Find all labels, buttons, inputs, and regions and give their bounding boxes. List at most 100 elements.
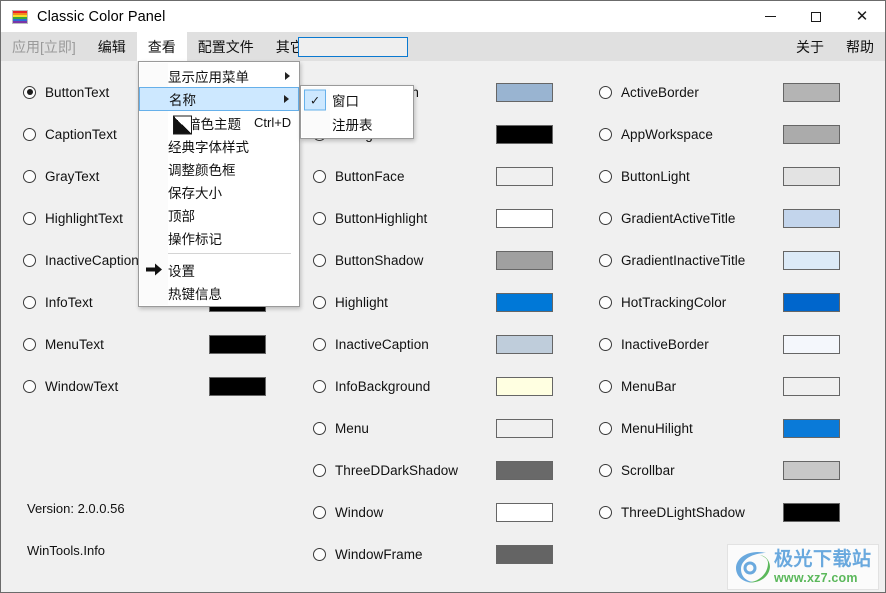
swatch-ThreeDDarkShadow[interactable] — [496, 461, 553, 480]
swatch-MenuText[interactable] — [209, 335, 266, 354]
radio-ThreeDDarkShadow[interactable] — [313, 464, 326, 477]
row-ThreeDDarkShadow[interactable]: ThreeDDarkShadow — [301, 458, 587, 482]
radio-InactiveCaptionText[interactable] — [23, 254, 36, 267]
radio-HotTrackingColor[interactable] — [599, 296, 612, 309]
radio-ButtonLight[interactable] — [599, 170, 612, 183]
row-Highlight[interactable]: Highlight — [301, 290, 587, 314]
close-icon[interactable]: ✕ — [839, 1, 885, 32]
swatch-ActiveBorder[interactable] — [783, 83, 840, 102]
menuitem-settings[interactable]: 设置 — [139, 258, 299, 281]
radio-ButtonFace[interactable] — [313, 170, 326, 183]
radio-GradientInactiveTitle[interactable] — [599, 254, 612, 267]
swatch-Highlight[interactable] — [496, 293, 553, 312]
wintools-link[interactable]: WinTools.Info — [27, 543, 105, 558]
radio-HighlightText[interactable] — [23, 212, 36, 225]
menu-about[interactable]: 关于 — [785, 32, 835, 61]
menuitem-classic-font-style[interactable]: 经典字体样式 — [139, 134, 299, 157]
radio-WindowText[interactable] — [23, 380, 36, 393]
swatch-GradientInactiveTitle[interactable] — [783, 251, 840, 270]
swatch-InfoBackground[interactable] — [496, 377, 553, 396]
row-WindowFrame[interactable]: WindowFrame — [301, 542, 587, 566]
swatch-WindowFrame[interactable] — [496, 545, 553, 564]
row-InactiveBorder[interactable]: InactiveBorder — [587, 332, 885, 356]
radio-CaptionText[interactable] — [23, 128, 36, 141]
radio-GrayText[interactable] — [23, 170, 36, 183]
row-MenuHilight[interactable]: MenuHilight — [587, 416, 885, 440]
row-GradientInactiveTitle[interactable]: GradientInactiveTitle — [587, 248, 885, 272]
radio-InfoText[interactable] — [23, 296, 36, 309]
swatch-WindowText[interactable] — [209, 377, 266, 396]
menuitem-hotkey-info[interactable]: 热键信息 — [139, 281, 299, 304]
menuitem-dark-theme[interactable]: 暗色主题 Ctrl+D — [139, 111, 299, 134]
radio-Scrollbar[interactable] — [599, 464, 612, 477]
search-input[interactable] — [298, 37, 408, 57]
radio-InactiveBorder[interactable] — [599, 338, 612, 351]
menu-help[interactable]: 帮助 — [835, 32, 885, 61]
radio-WindowFrame[interactable] — [313, 548, 326, 561]
swatch-ButtonFace[interactable] — [496, 167, 553, 186]
radio-AppWorkspace[interactable] — [599, 128, 612, 141]
submenuitem-window[interactable]: ✓ 窗口 — [301, 88, 413, 112]
minimize-icon[interactable] — [747, 1, 793, 32]
radio-Menu[interactable] — [313, 422, 326, 435]
swatch-ButtonHighlight[interactable] — [496, 209, 553, 228]
row-ActiveBorder[interactable]: ActiveBorder — [587, 80, 885, 104]
menu-view[interactable]: 查看 — [137, 32, 187, 61]
swatch-AppWorkspace[interactable] — [783, 125, 840, 144]
row-Menu[interactable]: Menu — [301, 416, 587, 440]
swatch-ButtonLight[interactable] — [783, 167, 840, 186]
swatch-Window[interactable] — [496, 503, 553, 522]
radio-ButtonText[interactable] — [23, 86, 36, 99]
swatch-Background[interactable] — [496, 125, 553, 144]
menu-profiles[interactable]: 配置文件 — [187, 32, 265, 61]
radio-ThreeDLightShadow[interactable] — [599, 506, 612, 519]
row-HotTrackingColor[interactable]: HotTrackingColor — [587, 290, 885, 314]
row-ThreeDLightShadow[interactable]: ThreeDLightShadow — [587, 500, 885, 524]
swatch-InactiveCaption[interactable] — [496, 335, 553, 354]
swatch-Scrollbar[interactable] — [783, 461, 840, 480]
radio-Window[interactable] — [313, 506, 326, 519]
swatch-InactiveBorder[interactable] — [783, 335, 840, 354]
swatch-ActiveCaption[interactable] — [496, 83, 553, 102]
swatch-ButtonShadow[interactable] — [496, 251, 553, 270]
menuitem-name[interactable]: 名称 — [139, 87, 299, 111]
menuitem-operation-mark[interactable]: 操作标记 — [139, 226, 299, 249]
swatch-HotTrackingColor[interactable] — [783, 293, 840, 312]
row-AppWorkspace[interactable]: AppWorkspace — [587, 122, 885, 146]
menu-apply-now[interactable]: 应用[立即] — [1, 32, 87, 61]
row-ButtonFace[interactable]: ButtonFace — [301, 164, 587, 188]
radio-ButtonHighlight[interactable] — [313, 212, 326, 225]
swatch-MenuHilight[interactable] — [783, 419, 840, 438]
radio-ButtonShadow[interactable] — [313, 254, 326, 267]
row-WindowText[interactable]: WindowText — [1, 374, 291, 398]
swatch-GradientActiveTitle[interactable] — [783, 209, 840, 228]
row-Scrollbar[interactable]: Scrollbar — [587, 458, 885, 482]
row-ButtonLight[interactable]: ButtonLight — [587, 164, 885, 188]
radio-ActiveBorder[interactable] — [599, 86, 612, 99]
menuitem-save-size[interactable]: 保存大小 — [139, 180, 299, 203]
radio-MenuBar[interactable] — [599, 380, 612, 393]
row-ButtonHighlight[interactable]: ButtonHighlight — [301, 206, 587, 230]
row-MenuText[interactable]: MenuText — [1, 332, 291, 356]
row-InfoBackground[interactable]: InfoBackground — [301, 374, 587, 398]
menuitem-show-app-menu[interactable]: 显示应用菜单 — [139, 64, 299, 87]
radio-InfoBackground[interactable] — [313, 380, 326, 393]
row-InactiveCaption[interactable]: InactiveCaption — [301, 332, 587, 356]
swatch-MenuBar[interactable] — [783, 377, 840, 396]
row-ButtonShadow[interactable]: ButtonShadow — [301, 248, 587, 272]
radio-MenuHilight[interactable] — [599, 422, 612, 435]
maximize-icon[interactable] — [793, 1, 839, 32]
menuitem-top[interactable]: 顶部 — [139, 203, 299, 226]
menuitem-adjust-color-box[interactable]: 调整颜色框 — [139, 157, 299, 180]
radio-InactiveCaption[interactable] — [313, 338, 326, 351]
row-MenuBar[interactable]: MenuBar — [587, 374, 885, 398]
row-GradientActiveTitle[interactable]: GradientActiveTitle — [587, 206, 885, 230]
swatch-ThreeDLightShadow[interactable] — [783, 503, 840, 522]
radio-GradientActiveTitle[interactable] — [599, 212, 612, 225]
submenuitem-registry[interactable]: 注册表 — [301, 112, 413, 136]
swatch-Menu[interactable] — [496, 419, 553, 438]
radio-Highlight[interactable] — [313, 296, 326, 309]
radio-MenuText[interactable] — [23, 338, 36, 351]
row-Window[interactable]: Window — [301, 500, 587, 524]
menu-edit[interactable]: 编辑 — [87, 32, 137, 61]
